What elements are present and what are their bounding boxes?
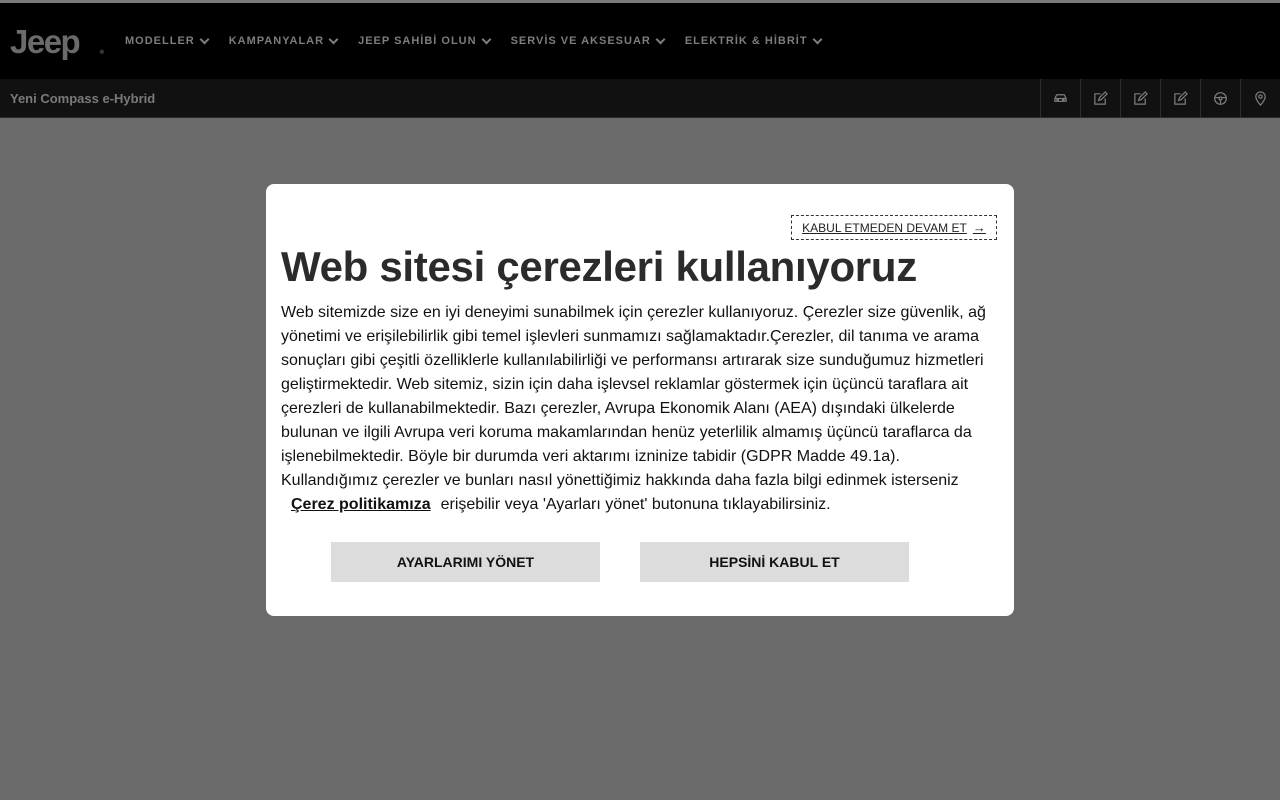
jeep-logo[interactable]: Jeep ® [10,22,104,60]
chevron-down-icon [812,34,823,45]
cookie-consent-dialog: KABUL ETMEDEN DEVAM ET → Web sitesi çere… [266,184,1014,616]
nav-item-kampanyalar[interactable]: KAMPANYALAR [228,34,339,47]
edit-icon [1094,90,1108,105]
tool-car-button[interactable] [1040,79,1080,117]
nav-label: SERVİS VE AKSESUAR [510,35,651,47]
dialog-title: Web sitesi çerezleri kullanıyoruz [281,243,917,290]
manage-settings-button[interactable]: AYARLARIMI YÖNET [331,542,600,582]
tool-location-button[interactable] [1240,79,1280,117]
location-pin-icon [1255,90,1266,106]
continue-without-accepting-link[interactable]: KABUL ETMEDEN DEVAM ET → [791,215,997,240]
nav-item-modeller[interactable]: MODELLER [125,34,210,47]
nav-label: ELEKTRİK & HİBRİT [684,35,808,47]
body-text: Web sitemizde size en iyi deneyimi sunab… [281,304,986,489]
body-text-end: erişebilir veya 'Ayarları yönet' butonun… [440,496,831,513]
chevron-down-icon [655,34,666,45]
chevron-down-icon [199,34,210,45]
reject-label: KABUL ETMEDEN DEVAM ET [802,220,967,235]
dialog-body: Web sitemizde size en iyi deneyimi sunab… [281,301,1001,517]
nav-item-jeep-sahibi-olun[interactable]: JEEP SAHİBİ OLUN [358,34,492,47]
model-subbar: Yeni Compass e-Hybrid [0,79,1280,118]
nav-label: JEEP SAHİBİ OLUN [358,35,477,47]
model-name: Yeni Compass e-Hybrid [10,90,156,106]
edit-icon [1174,90,1188,105]
tool-edit-button-3[interactable] [1160,79,1200,117]
chevron-down-icon [328,34,339,45]
main-nav: MODELLER KAMPANYALAR JEEP SAHİBİ OLUN SE… [125,34,842,47]
nav-label: MODELLER [125,35,195,47]
nav-item-servis-ve-aksesuar[interactable]: SERVİS VE AKSESUAR [510,34,666,47]
car-icon [1054,93,1067,102]
nav-label: KAMPANYALAR [228,35,325,47]
chevron-down-icon [481,34,492,45]
tool-edit-button-1[interactable] [1080,79,1120,117]
site-header: Jeep ® MODELLER KAMPANYALAR JEEP SAHİBİ O… [0,3,1280,79]
arrow-right-icon: → [972,220,986,235]
accept-all-button[interactable]: HEPSİNİ KABUL ET [640,542,909,582]
cookie-policy-link[interactable]: Çerez politikamıza [291,496,431,513]
steering-wheel-icon [1214,91,1227,105]
tool-steering-button[interactable] [1200,79,1240,117]
nav-item-elektrik-hibrit[interactable]: ELEKTRİK & HİBRİT [684,34,823,47]
logo-text: Jeep [10,22,81,60]
page: Jeep ® MODELLER KAMPANYALAR JEEP SAHİBİ O… [0,0,1280,800]
tool-edit-button-2[interactable] [1120,79,1160,117]
logo-registered-mark: ® [99,49,104,56]
edit-icon [1134,90,1148,105]
quick-tools [1040,79,1280,117]
